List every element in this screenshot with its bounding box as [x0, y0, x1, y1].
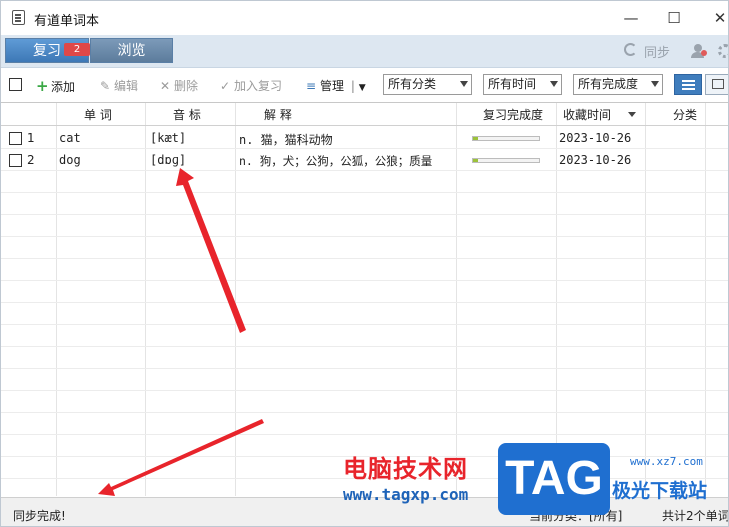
add-label: 添加 — [51, 80, 76, 94]
window-title: 有道单词本 — [34, 14, 100, 29]
word-table: 单 词 音 标 解 释 复习完成度 收藏时间 分类 1 cat [kæt] n.… — [1, 103, 728, 496]
minimize-button[interactable]: — — [611, 5, 651, 31]
table-header: 单 词 音 标 解 释 复习完成度 收藏时间 分类 — [1, 103, 728, 126]
sync-status-text: 同步完成! — [13, 509, 66, 523]
chevron-down-icon — [550, 81, 558, 87]
column-header-category[interactable]: 分类 — [673, 106, 697, 123]
add-review-label: 加入复习 — [234, 79, 283, 93]
delete-label: 删除 — [174, 79, 199, 93]
completion-filter-value: 所有完成度 — [578, 77, 639, 91]
row-number: 1 — [27, 131, 35, 145]
phonetic-cell: [kæt] — [150, 131, 187, 145]
delete-icon: ✕ — [159, 79, 171, 93]
category-filter-value: 所有分类 — [388, 77, 437, 91]
mode-tab-bar: 复习 2 浏览 同步 — [1, 35, 728, 68]
row-checkbox[interactable] — [9, 154, 22, 167]
gear-icon[interactable] — [718, 44, 728, 58]
close-button[interactable]: ✕ — [700, 5, 728, 31]
review-progress-bar — [472, 136, 540, 141]
edit-button[interactable]: ✎ 编辑 — [99, 77, 138, 94]
time-filter-select[interactable]: 所有时间 — [483, 74, 562, 95]
column-header-definition[interactable]: 解 释 — [264, 106, 292, 123]
app-window: 有道单词本 — ☐ ✕ 复习 2 浏览 同步 + 添加 ✎ 编辑 ✕ 删除 ✓ … — [0, 0, 729, 527]
tab-review-label: 复习 — [33, 43, 61, 59]
add-button[interactable]: + 添加 — [36, 77, 75, 95]
select-all-checkbox[interactable] — [9, 78, 22, 91]
chevron-down-icon — [460, 81, 468, 87]
menu-icon: ≡ — [305, 79, 317, 93]
word-count-text: 共计2个单词 — [662, 509, 729, 523]
review-progress-bar — [472, 158, 540, 163]
manage-button[interactable]: ≡ 管理 | ▼ — [305, 77, 366, 94]
column-header-date[interactable]: 收藏时间 — [563, 106, 611, 123]
sync-label: 同步 — [644, 46, 671, 61]
date-cell: 2023-10-26 — [559, 153, 632, 167]
toolbar: + 添加 ✎ 编辑 ✕ 删除 ✓ 加入复习 ≡ 管理 | ▼ 所有分类 所有时间 所有完成… — [1, 68, 728, 103]
manage-label: 管理 — [320, 79, 345, 93]
review-count-badge: 2 — [64, 43, 90, 56]
definition-cell: n. 猫，猫科动物 — [239, 133, 333, 147]
delete-button[interactable]: ✕ 删除 — [159, 77, 198, 94]
date-cell: 2023-10-26 — [559, 131, 632, 145]
tab-browse-label: 浏览 — [117, 43, 146, 59]
sync-icon — [624, 43, 637, 56]
tab-review[interactable]: 复习 2 — [5, 38, 90, 63]
chevron-down-icon — [651, 81, 659, 87]
row-number: 2 — [27, 153, 35, 167]
pencil-icon: ✎ — [99, 79, 111, 93]
chevron-down-icon[interactable]: ▼ — [359, 83, 366, 93]
edit-label: 编辑 — [114, 79, 139, 93]
row-checkbox[interactable] — [9, 132, 22, 145]
user-icon[interactable] — [691, 44, 707, 59]
list-view-button[interactable] — [674, 74, 702, 95]
current-category-text: 当前分类：[所有] — [529, 509, 623, 523]
sort-desc-icon[interactable] — [628, 112, 636, 117]
maximize-button[interactable]: ☐ — [654, 5, 694, 31]
notebook-icon — [12, 10, 25, 25]
plus-icon: + — [36, 77, 49, 95]
word-cell: cat — [59, 131, 81, 145]
column-header-progress[interactable]: 复习完成度 — [483, 106, 543, 123]
completion-filter-select[interactable]: 所有完成度 — [573, 74, 663, 95]
word-cell: dog — [59, 153, 81, 167]
title-bar: 有道单词本 — ☐ ✕ — [1, 1, 728, 35]
time-filter-value: 所有时间 — [488, 77, 537, 91]
add-review-button[interactable]: ✓ 加入复习 — [219, 77, 282, 94]
definition-cell: n. 狗，犬；公狗，公狐，公狼；质量 — [239, 154, 433, 168]
column-header-word[interactable]: 单 词 — [84, 106, 112, 123]
card-view-button[interactable] — [705, 74, 728, 95]
toolbar-divider: | — [350, 79, 355, 93]
tab-browse[interactable]: 浏览 — [90, 38, 173, 63]
column-header-phonetic[interactable]: 音 标 — [173, 106, 201, 123]
phonetic-cell: [dɒɡ] — [150, 153, 187, 167]
check-icon: ✓ — [219, 79, 231, 93]
category-filter-select[interactable]: 所有分类 — [383, 74, 472, 95]
status-bar: 同步完成! 当前分类：[所有] 共计2个单词 — [1, 497, 729, 526]
